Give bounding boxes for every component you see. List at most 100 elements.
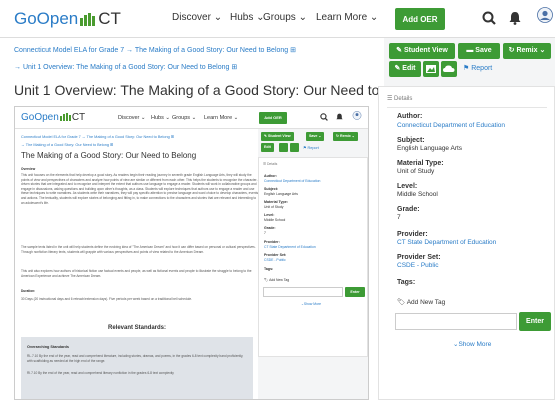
provider-set-label: Provider Set: <box>397 254 441 261</box>
details-tab[interactable]: ☰ Details <box>387 95 412 102</box>
preview-overview-heading: Overview <box>21 167 36 171</box>
nav-learn-more[interactable]: Learn More ⌄ <box>316 12 378 23</box>
preview-nav-groups: Groups ⌄ <box>172 115 197 121</box>
details-panel: ☰ Details Author: Connecticut Department… <box>378 86 555 400</box>
preview-grade-label: Grade: <box>264 226 276 230</box>
material-type-value: Unit of Study <box>397 168 435 175</box>
author-value[interactable]: Connecticut Department of Education <box>397 122 505 129</box>
chevron-down-icon: ⌄ <box>369 12 379 23</box>
preview-provider-set-value: CSDE - Public <box>264 258 286 262</box>
preview-title: The Making of a Good Story: Our Need to … <box>21 151 197 160</box>
chevron-down-icon: ⌄ <box>213 12 223 23</box>
preview-enter-button: Enter <box>345 287 365 297</box>
preview-provider-label: Provider: <box>264 240 280 244</box>
top-navigation-bar: GoOpen CT Discover ⌄ Hubs ⌄ Groups ⌄ Lear… <box>0 0 555 38</box>
subject-value: English Language Arts <box>397 145 463 152</box>
preview-standard-2: RI.7.10 By the end of the year, read and… <box>27 371 174 375</box>
preview-breadcrumb-1: Connecticut Model ELA for Grade 7 → The … <box>21 135 174 139</box>
grade-label: Grade: <box>397 206 420 213</box>
preview-top-bar: GoOpen CT Discover ⌄ Hubs ⌄ Groups ⌄ Lear… <box>15 107 368 129</box>
preview-details-panel: ☰ Details Author: Connecticut Department… <box>258 157 368 357</box>
preview-student-view-button: ✎ Student View <box>261 132 294 141</box>
report-link[interactable]: ⚑ Report <box>463 64 492 72</box>
preview-details-tab: ☰ Details <box>263 162 278 166</box>
preview-standard-1: RL.7.10 By the end of the year, read and… <box>27 354 244 363</box>
preview-grade-value: 7 <box>264 231 266 235</box>
bell-icon[interactable] <box>509 11 521 25</box>
preview-duration-label: Duration: <box>21 289 36 293</box>
flag-icon: ⚑ <box>463 65 470 72</box>
upload-image-icon <box>279 143 288 152</box>
tag-input[interactable] <box>395 313 517 330</box>
chevron-down-icon: ⌄ <box>298 12 307 23</box>
preview-paragraph-1: This unit focuses on the elements that h… <box>21 173 259 205</box>
remix-button[interactable]: ↻ Remix ⌄ <box>503 43 551 59</box>
preview-paragraph-3: This unit also explores how authors of h… <box>21 269 252 278</box>
preview-relevant-standards-heading: Relevant Standards: <box>21 319 253 337</box>
provider-value[interactable]: CT State Department of Education <box>397 239 496 246</box>
search-icon[interactable] <box>482 11 496 25</box>
preview-tags-label: Tags: <box>264 267 274 271</box>
subject-label: Subject: <box>397 137 425 144</box>
preview-add-oer-button: Add OER <box>259 112 287 124</box>
show-more-link[interactable]: ⌄Show More <box>453 340 491 348</box>
author-label: Author: <box>397 113 423 120</box>
preview-material-label: Material Type: <box>264 200 288 204</box>
grade-value: 7 <box>397 214 401 221</box>
cloud-download-icon <box>290 143 299 152</box>
preview-duration-text: 30 Days (20 instructional days and 6 ret… <box>21 297 192 301</box>
breadcrumb-line-2[interactable]: → Unit 1 Overview: The Making of a Good … <box>14 63 237 71</box>
search-icon <box>320 113 328 121</box>
preview-provider-value: CT State Department of Education <box>264 245 316 249</box>
preview-subject-label: Subject: <box>264 187 279 191</box>
page-title: Unit 1 Overview: The Making of a Good St… <box>14 82 427 98</box>
edit-button[interactable]: ✎ Edit <box>389 61 421 77</box>
preview-tag-input <box>263 287 343 297</box>
nav-discover[interactable]: Discover ⌄ <box>172 12 222 23</box>
preview-subject-value: English Language Arts <box>264 192 298 196</box>
nav-hubs[interactable]: Hubs ⌄ <box>230 12 265 23</box>
provider-label: Provider: <box>397 231 428 238</box>
preview-show-more: ⌄Show More <box>301 302 321 306</box>
site-logo[interactable]: GoOpen CT <box>14 9 121 31</box>
breadcrumb-line-1[interactable]: Connecticut Model ELA for Grade 7 → The … <box>14 46 296 54</box>
preview-overarching-heading: Overarching Standards <box>27 345 69 349</box>
bell-icon <box>336 113 343 120</box>
user-avatar-icon <box>352 111 362 120</box>
tags-label: Tags: <box>397 279 416 286</box>
tag-icon: 🏷 <box>397 299 406 306</box>
preview-remix-button: ↻ Remix ⌄ <box>333 132 358 141</box>
preview-standards-box: Relevant Standards: Overarching Standard… <box>21 319 253 399</box>
resource-preview-image: GoOpen CT Discover ⌄ Hubs ⌄ Groups ⌄ Lear… <box>14 106 369 400</box>
preview-material-value: Unit of Study <box>264 205 284 209</box>
level-value: Middle School <box>397 191 438 198</box>
preview-level-value: Middle School <box>264 218 286 222</box>
material-type-label: Material Type: <box>397 160 444 167</box>
preview-save-button: Save ⌄ <box>306 132 325 141</box>
preview-logo: GoOpen CT <box>21 112 86 123</box>
student-view-button[interactable]: ✎ Student View <box>389 43 455 59</box>
preview-nav-hubs: Hubs ⌄ <box>151 115 170 121</box>
cloud-download-icon[interactable] <box>441 61 457 77</box>
preview-edit-button: Edit <box>261 143 274 152</box>
preview-author-label: Author: <box>264 174 277 178</box>
level-label: Level: <box>397 183 418 190</box>
enter-button[interactable]: Enter <box>519 312 551 331</box>
user-avatar-icon[interactable] <box>536 7 554 27</box>
nav-groups[interactable]: Groups ⌄ <box>263 12 307 23</box>
preview-author-value: Connecticut Department of Education <box>264 179 321 183</box>
preview-report-link: ⚑ Report <box>303 146 319 150</box>
preview-level-label: Level: <box>264 213 275 217</box>
upload-image-icon[interactable] <box>423 61 439 77</box>
add-oer-button[interactable]: Add OER <box>395 8 445 30</box>
preview-provider-set-label: Provider Set: <box>264 253 287 257</box>
preview-nav-discover: Discover ⌄ <box>118 115 146 121</box>
preview-breadcrumb-2: → The Making of a Good Story: Our Need t… <box>21 143 114 147</box>
logo-mark-icon <box>80 11 96 31</box>
save-button[interactable]: ▬ Save ⌄ <box>458 43 500 70</box>
preview-paragraph-2: The sample texts listed in the unit will… <box>21 245 256 254</box>
preview-nav-learn-more: Learn More ⌄ <box>204 115 239 121</box>
add-new-tag-label: 🏷 Add New Tag <box>397 299 446 306</box>
divider <box>387 107 547 108</box>
provider-set-value[interactable]: CSDE - Public <box>397 262 439 269</box>
